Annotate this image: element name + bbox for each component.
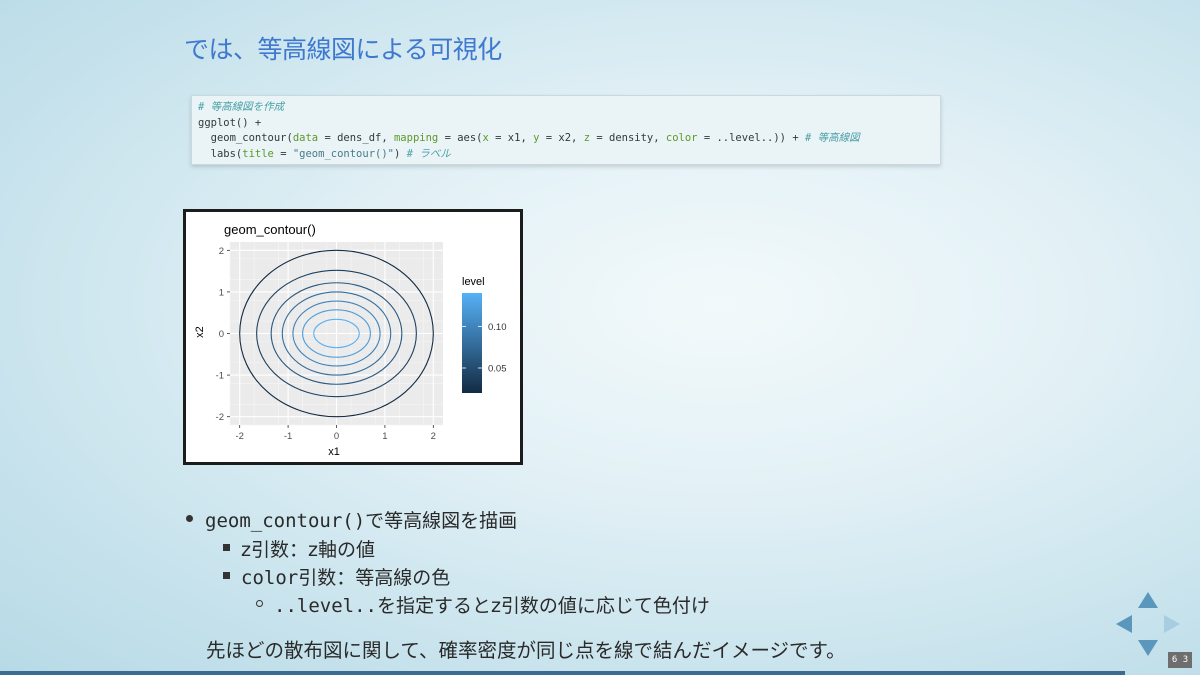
code-token: mapping [393, 132, 439, 144]
code-token: geom_contour( [198, 132, 293, 144]
code-token: = x2, [539, 132, 584, 144]
contour-plot-svg: -2 -1 0 1 2 -2 -1 0 1 2 0.05 0.10 geom_contour() x1… [194, 222, 507, 458]
bullet-dot [186, 515, 193, 522]
x-tick-label: -1 [284, 431, 292, 442]
bullet-z-arg: z引数：z軸の値 [241, 539, 375, 561]
code-comment: # ラベル [406, 147, 451, 160]
nav-down-icon[interactable] [1138, 640, 1158, 656]
nav-up-icon[interactable] [1138, 592, 1158, 608]
page-counter: 6 3 [1168, 652, 1192, 668]
code-line: # 等高線図を作成 [198, 100, 934, 116]
bullet-color-arg: color引数：等高線の色 [241, 563, 450, 590]
legend-title: level [462, 276, 485, 288]
nav-right-icon[interactable] [1164, 615, 1180, 633]
bullet-level: ..level..を指定するとz引数の値に応じて色付け [274, 591, 710, 618]
bullet-text: を指定するとz引数の値に応じて色付け [376, 595, 710, 617]
nav-left-icon[interactable] [1116, 615, 1132, 633]
chart-title: geom_contour() [224, 222, 316, 237]
y-tick-label: 0 [219, 329, 224, 340]
x-axis-label: x1 [328, 446, 340, 458]
bullet-circle [256, 600, 263, 607]
bullet-square [223, 572, 230, 579]
y-tick-label: 1 [219, 287, 224, 298]
x-tick-label: 2 [431, 431, 436, 442]
slide-title: では、等高線図による可視化 [184, 35, 502, 64]
x-tick-label: 0 [334, 431, 339, 442]
code-line: ggplot() + [198, 116, 934, 132]
code-token: = x1, [488, 132, 534, 144]
bullet-code: geom_contour() [205, 510, 366, 532]
bullet-text: で等高線図を描画 [365, 510, 518, 532]
y-axis-label: x2 [194, 326, 206, 338]
code-token: = dens_df, [318, 132, 394, 144]
code-token: = ..level..)) + [697, 132, 805, 144]
code-line: labs(title = "geom_contour()") # ラベル [198, 147, 934, 163]
slide-navigation [1116, 592, 1180, 656]
code-token: "geom_contour()" [292, 147, 394, 160]
x-tick-label: -2 [235, 431, 243, 442]
legend-tick-label: 0.05 [488, 364, 507, 375]
progress-bar [0, 671, 1125, 675]
code-token: labs( [198, 147, 243, 160]
code-token: data [292, 132, 319, 144]
code-token: = [273, 147, 293, 160]
code-line: geom_contour(data = dens_df, mapping = a… [198, 131, 934, 147]
code-token: color [665, 132, 698, 144]
code-comment: # 等高線図を作成 [198, 101, 285, 113]
bullet-text: 引数：等高線の色 [298, 567, 451, 589]
code-comment: # 等高線図 [804, 132, 860, 144]
legend-colorbar [462, 293, 482, 393]
bullet-code: ..level.. [274, 595, 377, 617]
legend-tick-label: 0.10 [488, 322, 507, 333]
contour-plot: -2 -1 0 1 2 -2 -1 0 1 2 0.05 0.10 geom_contour() x1… [183, 209, 523, 465]
code-token: = density, [590, 132, 666, 144]
code-block: # 等高線図を作成 ggplot() + geom_contour(data = … [191, 95, 941, 165]
x-tick-label: 1 [382, 431, 387, 442]
code-token: ggplot() + [198, 116, 262, 129]
bullet-code: color [241, 567, 299, 589]
summary-text: 先ほどの散布図に関して、確率密度が同じ点を線で結んだイメージです。 [206, 639, 846, 662]
bullet-square [223, 544, 230, 551]
code-token: title [242, 147, 274, 160]
y-tick-label: -2 [216, 412, 224, 423]
code-token: ) [394, 147, 407, 160]
bullet-geom-contour: geom_contour()で等高線図を描画 [205, 506, 517, 533]
y-tick-label: -1 [216, 371, 224, 382]
y-tick-label: 2 [219, 246, 224, 257]
code-token: = aes( [438, 132, 483, 144]
